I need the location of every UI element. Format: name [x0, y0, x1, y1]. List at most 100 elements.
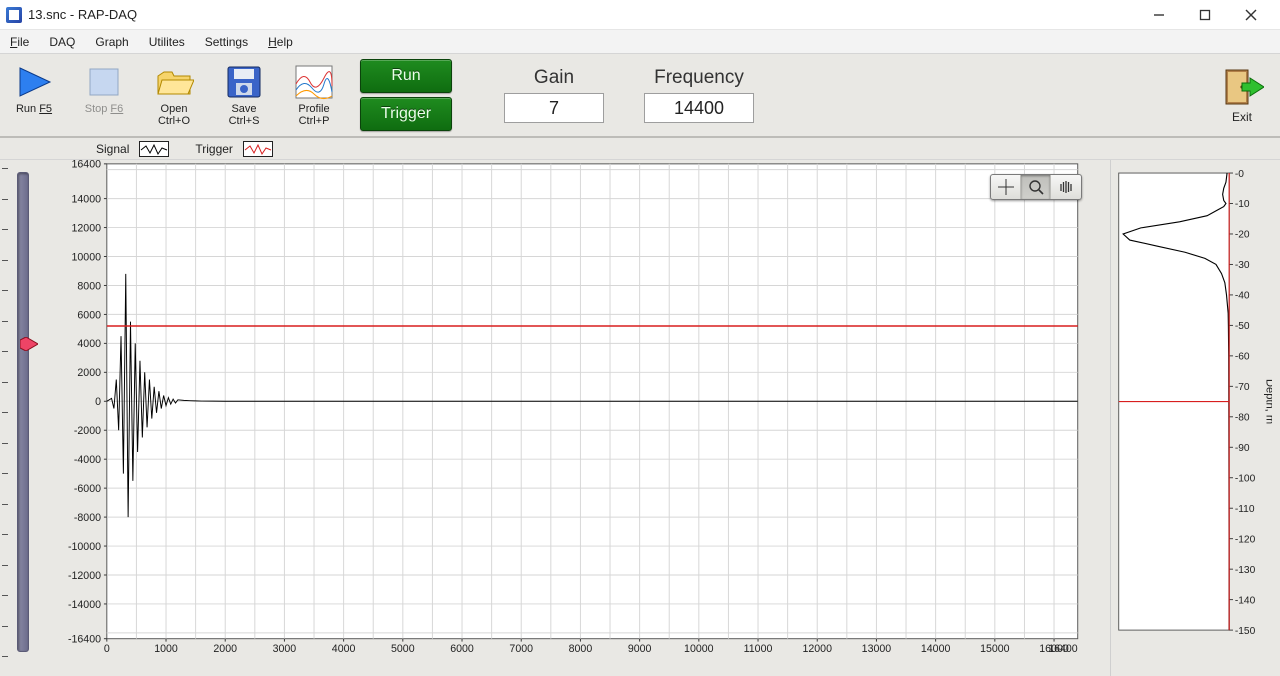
menu-graph[interactable]: Graph	[91, 33, 132, 51]
svg-text:4000: 4000	[77, 338, 101, 350]
svg-text:1000: 1000	[154, 643, 178, 655]
menu-settings[interactable]: Settings	[201, 33, 252, 51]
frequency-block: Frequency 14400	[644, 67, 754, 123]
svg-text:-60: -60	[1235, 352, 1250, 363]
svg-text:11000: 11000	[744, 643, 773, 655]
svg-text:5000: 5000	[391, 643, 415, 655]
gain-freq-group: Gain 7 Frequency 14400	[504, 67, 754, 123]
svg-text:-16400: -16400	[68, 634, 101, 646]
open-button-label: Open Ctrl+O	[158, 104, 190, 127]
svg-text:2000: 2000	[77, 367, 101, 379]
play-icon	[13, 62, 55, 102]
trigger-green-button[interactable]: Trigger	[360, 97, 452, 131]
slider-track[interactable]	[17, 172, 29, 652]
menu-utilites[interactable]: Utilites	[145, 33, 189, 51]
svg-text:Depth, m: Depth, m	[1263, 379, 1272, 424]
svg-text:8000: 8000	[569, 643, 593, 655]
gain-label: Gain	[534, 67, 574, 89]
toolbar: Run F5 Stop F6 Open Ctrl+O Save Ctrl+S P…	[0, 54, 1280, 138]
svg-text:-10000: -10000	[68, 541, 101, 553]
svg-text:-120: -120	[1235, 534, 1256, 545]
signal-chart[interactable]: -16400-14000-12000-10000-8000-6000-4000-…	[38, 160, 1110, 676]
svg-text:-14000: -14000	[68, 599, 101, 611]
svg-text:14000: 14000	[72, 193, 102, 205]
save-button[interactable]: Save Ctrl+S	[216, 62, 272, 127]
legend-trigger-sample	[243, 141, 273, 157]
svg-text:16400: 16400	[72, 160, 102, 171]
svg-text:-40: -40	[1235, 291, 1250, 302]
svg-text:7000: 7000	[509, 643, 533, 655]
exit-group: Exit	[1220, 66, 1264, 124]
depth-chart[interactable]: -0-10-20-30-40-50-60-70-80-90-100-110-12…	[1110, 160, 1280, 676]
menubar: File DAQ Graph Utilites Settings Help	[0, 30, 1280, 54]
crosshair-tool[interactable]	[991, 175, 1021, 199]
titlebar: 13.snc - RAP-DAQ	[0, 0, 1280, 30]
svg-text:0: 0	[104, 643, 110, 655]
frequency-label: Frequency	[654, 67, 744, 89]
svg-text:-2000: -2000	[74, 425, 101, 437]
zoom-tool[interactable]	[1021, 175, 1051, 199]
menu-help[interactable]: Help	[264, 33, 297, 51]
stop-icon	[83, 62, 125, 102]
svg-text:-20: -20	[1235, 230, 1250, 241]
svg-text:12000: 12000	[72, 222, 102, 234]
svg-text:9000: 9000	[628, 643, 652, 655]
legend-signal-label: Signal	[96, 142, 129, 156]
svg-text:16400: 16400	[1048, 643, 1078, 655]
gain-field[interactable]: 7	[504, 93, 604, 123]
svg-text:-90: -90	[1235, 443, 1250, 454]
run-button[interactable]: Run F5	[6, 62, 62, 127]
run-green-button[interactable]: Run	[360, 59, 452, 93]
svg-text:-10: -10	[1235, 199, 1250, 210]
legend-signal-sample	[139, 141, 169, 157]
slider-thumb[interactable]	[20, 337, 38, 351]
svg-text:13000: 13000	[862, 643, 892, 655]
pan-tool[interactable]	[1051, 175, 1081, 199]
profile-button[interactable]: Profile Ctrl+P	[286, 62, 342, 127]
svg-text:-30: -30	[1235, 260, 1250, 271]
floppy-icon	[223, 62, 265, 102]
slider-ticks	[2, 168, 8, 656]
svg-text:3000: 3000	[273, 643, 297, 655]
run-trigger-group: Run Trigger	[360, 59, 452, 131]
exit-label: Exit	[1232, 110, 1252, 124]
svg-text:6000: 6000	[77, 309, 101, 321]
svg-text:-80: -80	[1235, 413, 1250, 424]
svg-text:-130: -130	[1235, 565, 1256, 576]
maximize-button[interactable]	[1182, 0, 1228, 30]
close-button[interactable]	[1228, 0, 1274, 30]
svg-text:10000: 10000	[684, 643, 714, 655]
open-button[interactable]: Open Ctrl+O	[146, 62, 202, 127]
svg-text:-4000: -4000	[74, 454, 101, 466]
svg-text:10000: 10000	[72, 251, 102, 263]
svg-text:-110: -110	[1235, 504, 1255, 515]
svg-text:2000: 2000	[213, 643, 237, 655]
menu-daq[interactable]: DAQ	[45, 33, 79, 51]
exit-icon	[1220, 66, 1264, 108]
svg-text:-12000: -12000	[68, 570, 101, 582]
svg-text:-140: -140	[1235, 595, 1256, 606]
trigger-slider[interactable]	[0, 160, 38, 676]
folder-open-icon	[153, 62, 195, 102]
frequency-field[interactable]: 14400	[644, 93, 754, 123]
run-button-label: Run F5	[16, 104, 52, 116]
svg-text:4000: 4000	[332, 643, 356, 655]
svg-text:-50: -50	[1235, 321, 1250, 332]
stop-button[interactable]: Stop F6	[76, 62, 132, 127]
stop-button-label: Stop F6	[85, 104, 124, 116]
save-button-label: Save Ctrl+S	[229, 104, 260, 127]
svg-text:-100: -100	[1235, 473, 1256, 484]
svg-text:-6000: -6000	[74, 483, 101, 495]
gain-block: Gain 7	[504, 67, 604, 123]
svg-text:-150: -150	[1235, 626, 1256, 637]
exit-button[interactable]: Exit	[1220, 66, 1264, 124]
minimize-button[interactable]	[1136, 0, 1182, 30]
legend-trigger-label: Trigger	[195, 142, 233, 156]
profile-icon	[293, 62, 335, 102]
svg-text:0: 0	[95, 396, 101, 408]
svg-text:12000: 12000	[802, 643, 832, 655]
window-title: 13.snc - RAP-DAQ	[28, 7, 1136, 22]
svg-text:15000: 15000	[980, 643, 1010, 655]
menu-file[interactable]: File	[6, 33, 33, 51]
window-buttons	[1136, 0, 1274, 30]
